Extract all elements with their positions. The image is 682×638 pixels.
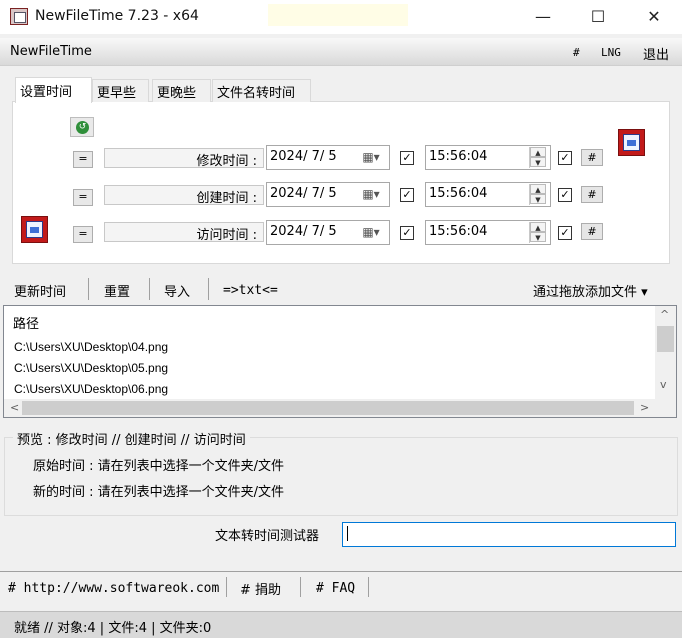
- time-value: 15:56:04: [429, 186, 488, 201]
- close-button[interactable]: ✕: [631, 0, 677, 34]
- maximize-button[interactable]: ☐: [575, 0, 621, 34]
- checkbox-modified-date[interactable]: ✓: [400, 151, 414, 165]
- list-item[interactable]: C:\Users\XU\Desktop\04.png: [14, 340, 168, 354]
- hash-button-created[interactable]: #: [581, 186, 603, 203]
- link-separator: [300, 577, 301, 597]
- checkbox-modified-time[interactable]: ✓: [558, 151, 572, 165]
- menu-brand: NewFileTime: [10, 44, 92, 59]
- eq-button-accessed[interactable]: =: [73, 226, 93, 243]
- tab-filename-to-time[interactable]: 文件名转时间: [212, 79, 311, 102]
- checkbox-created-time[interactable]: ✓: [558, 188, 572, 202]
- import-button[interactable]: 导入: [164, 281, 190, 300]
- donate-link[interactable]: # 捐助: [240, 579, 281, 598]
- list-header-path[interactable]: 路径: [13, 313, 39, 332]
- toolbar-separator: [149, 278, 150, 300]
- label-accessed: 访问时间 :: [104, 222, 264, 243]
- vertical-scroll-thumb[interactable]: [657, 326, 674, 352]
- window-title: NewFileTime 7.23 - x64: [35, 8, 199, 24]
- eq-button-created[interactable]: =: [73, 189, 93, 206]
- hash-button-accessed[interactable]: #: [581, 223, 603, 240]
- scroll-right-icon[interactable]: >: [640, 401, 649, 414]
- time-spinner[interactable]: ▲ ▼: [529, 184, 546, 205]
- add-by-drag-dropdown[interactable]: 通过拖放添加文件 ▾: [533, 281, 648, 300]
- date-value: 2024/ 7/ 5: [270, 224, 337, 239]
- text-to-time-tester-label: 文本转时间测试器: [215, 529, 320, 544]
- time-value: 15:56:04: [429, 224, 488, 239]
- undo-button[interactable]: ↺: [70, 117, 94, 137]
- app-logo-icon[interactable]: [618, 129, 645, 156]
- time-spinner[interactable]: ▲ ▼: [529, 222, 546, 243]
- label-created: 创建时间 :: [104, 185, 264, 206]
- list-item[interactable]: C:\Users\XU\Desktop\06.png: [14, 382, 168, 396]
- menu-hash[interactable]: #: [573, 46, 580, 59]
- preview-original-time: 原始时间 : 请在列表中选择一个文件夹/文件: [33, 459, 285, 474]
- faq-link[interactable]: # FAQ: [316, 581, 355, 596]
- time-spinner[interactable]: ▲ ▼: [529, 147, 546, 168]
- scroll-up-icon[interactable]: ^: [660, 308, 669, 321]
- preview-group: [4, 437, 678, 516]
- calendar-dropdown-icon[interactable]: ▦▾: [358, 147, 384, 168]
- status-text: 就绪 // 对象:4 | 文件:4 | 文件夹:0: [14, 621, 212, 636]
- checkbox-accessed-date[interactable]: ✓: [400, 226, 414, 240]
- toolbar-separator: [208, 278, 209, 300]
- text-caret: [347, 526, 348, 541]
- tab-earlier[interactable]: 更早些: [92, 79, 149, 102]
- eq-button-modified[interactable]: =: [73, 151, 93, 168]
- preview-legend: 预览 : 修改时间 // 创建时间 // 访问时间: [13, 429, 250, 448]
- txt-button[interactable]: =>txt<=: [223, 283, 278, 298]
- link-separator: [368, 577, 369, 597]
- list-item[interactable]: C:\Users\XU\Desktop\05.png: [14, 361, 168, 375]
- toolbar-separator: [88, 278, 89, 300]
- menu-exit[interactable]: 退出: [643, 44, 669, 63]
- title-highlight: [268, 4, 408, 26]
- update-time-button[interactable]: 更新时间: [14, 281, 66, 300]
- time-value: 15:56:04: [429, 149, 488, 164]
- app-logo-icon[interactable]: [21, 216, 48, 243]
- website-link[interactable]: # http://www.softwareok.com: [8, 581, 219, 596]
- tab-set-time[interactable]: 设置时间: [15, 77, 92, 103]
- text-to-time-tester-input[interactable]: [342, 522, 676, 547]
- calendar-dropdown-icon[interactable]: ▦▾: [358, 184, 384, 205]
- horizontal-scroll-thumb[interactable]: [22, 401, 634, 415]
- date-value: 2024/ 7/ 5: [270, 149, 337, 164]
- calendar-dropdown-icon[interactable]: ▦▾: [358, 222, 384, 243]
- scroll-left-icon[interactable]: <: [10, 401, 19, 414]
- link-separator: [226, 577, 227, 597]
- checkbox-created-date[interactable]: ✓: [400, 188, 414, 202]
- hash-button-modified[interactable]: #: [581, 149, 603, 166]
- checkbox-accessed-time[interactable]: ✓: [558, 226, 572, 240]
- tab-later[interactable]: 更晚些: [152, 79, 211, 102]
- minimize-button[interactable]: —: [520, 0, 566, 34]
- menu-language[interactable]: LNG: [601, 46, 621, 59]
- undo-icon: ↺: [76, 121, 89, 134]
- preview-new-time: 新的时间 : 请在列表中选择一个文件夹/文件: [33, 485, 285, 500]
- scroll-down-icon[interactable]: v: [660, 378, 667, 391]
- label-modified: 修改时间 :: [104, 148, 264, 169]
- app-icon: [10, 8, 28, 25]
- date-value: 2024/ 7/ 5: [270, 186, 337, 201]
- reset-button[interactable]: 重置: [104, 281, 130, 300]
